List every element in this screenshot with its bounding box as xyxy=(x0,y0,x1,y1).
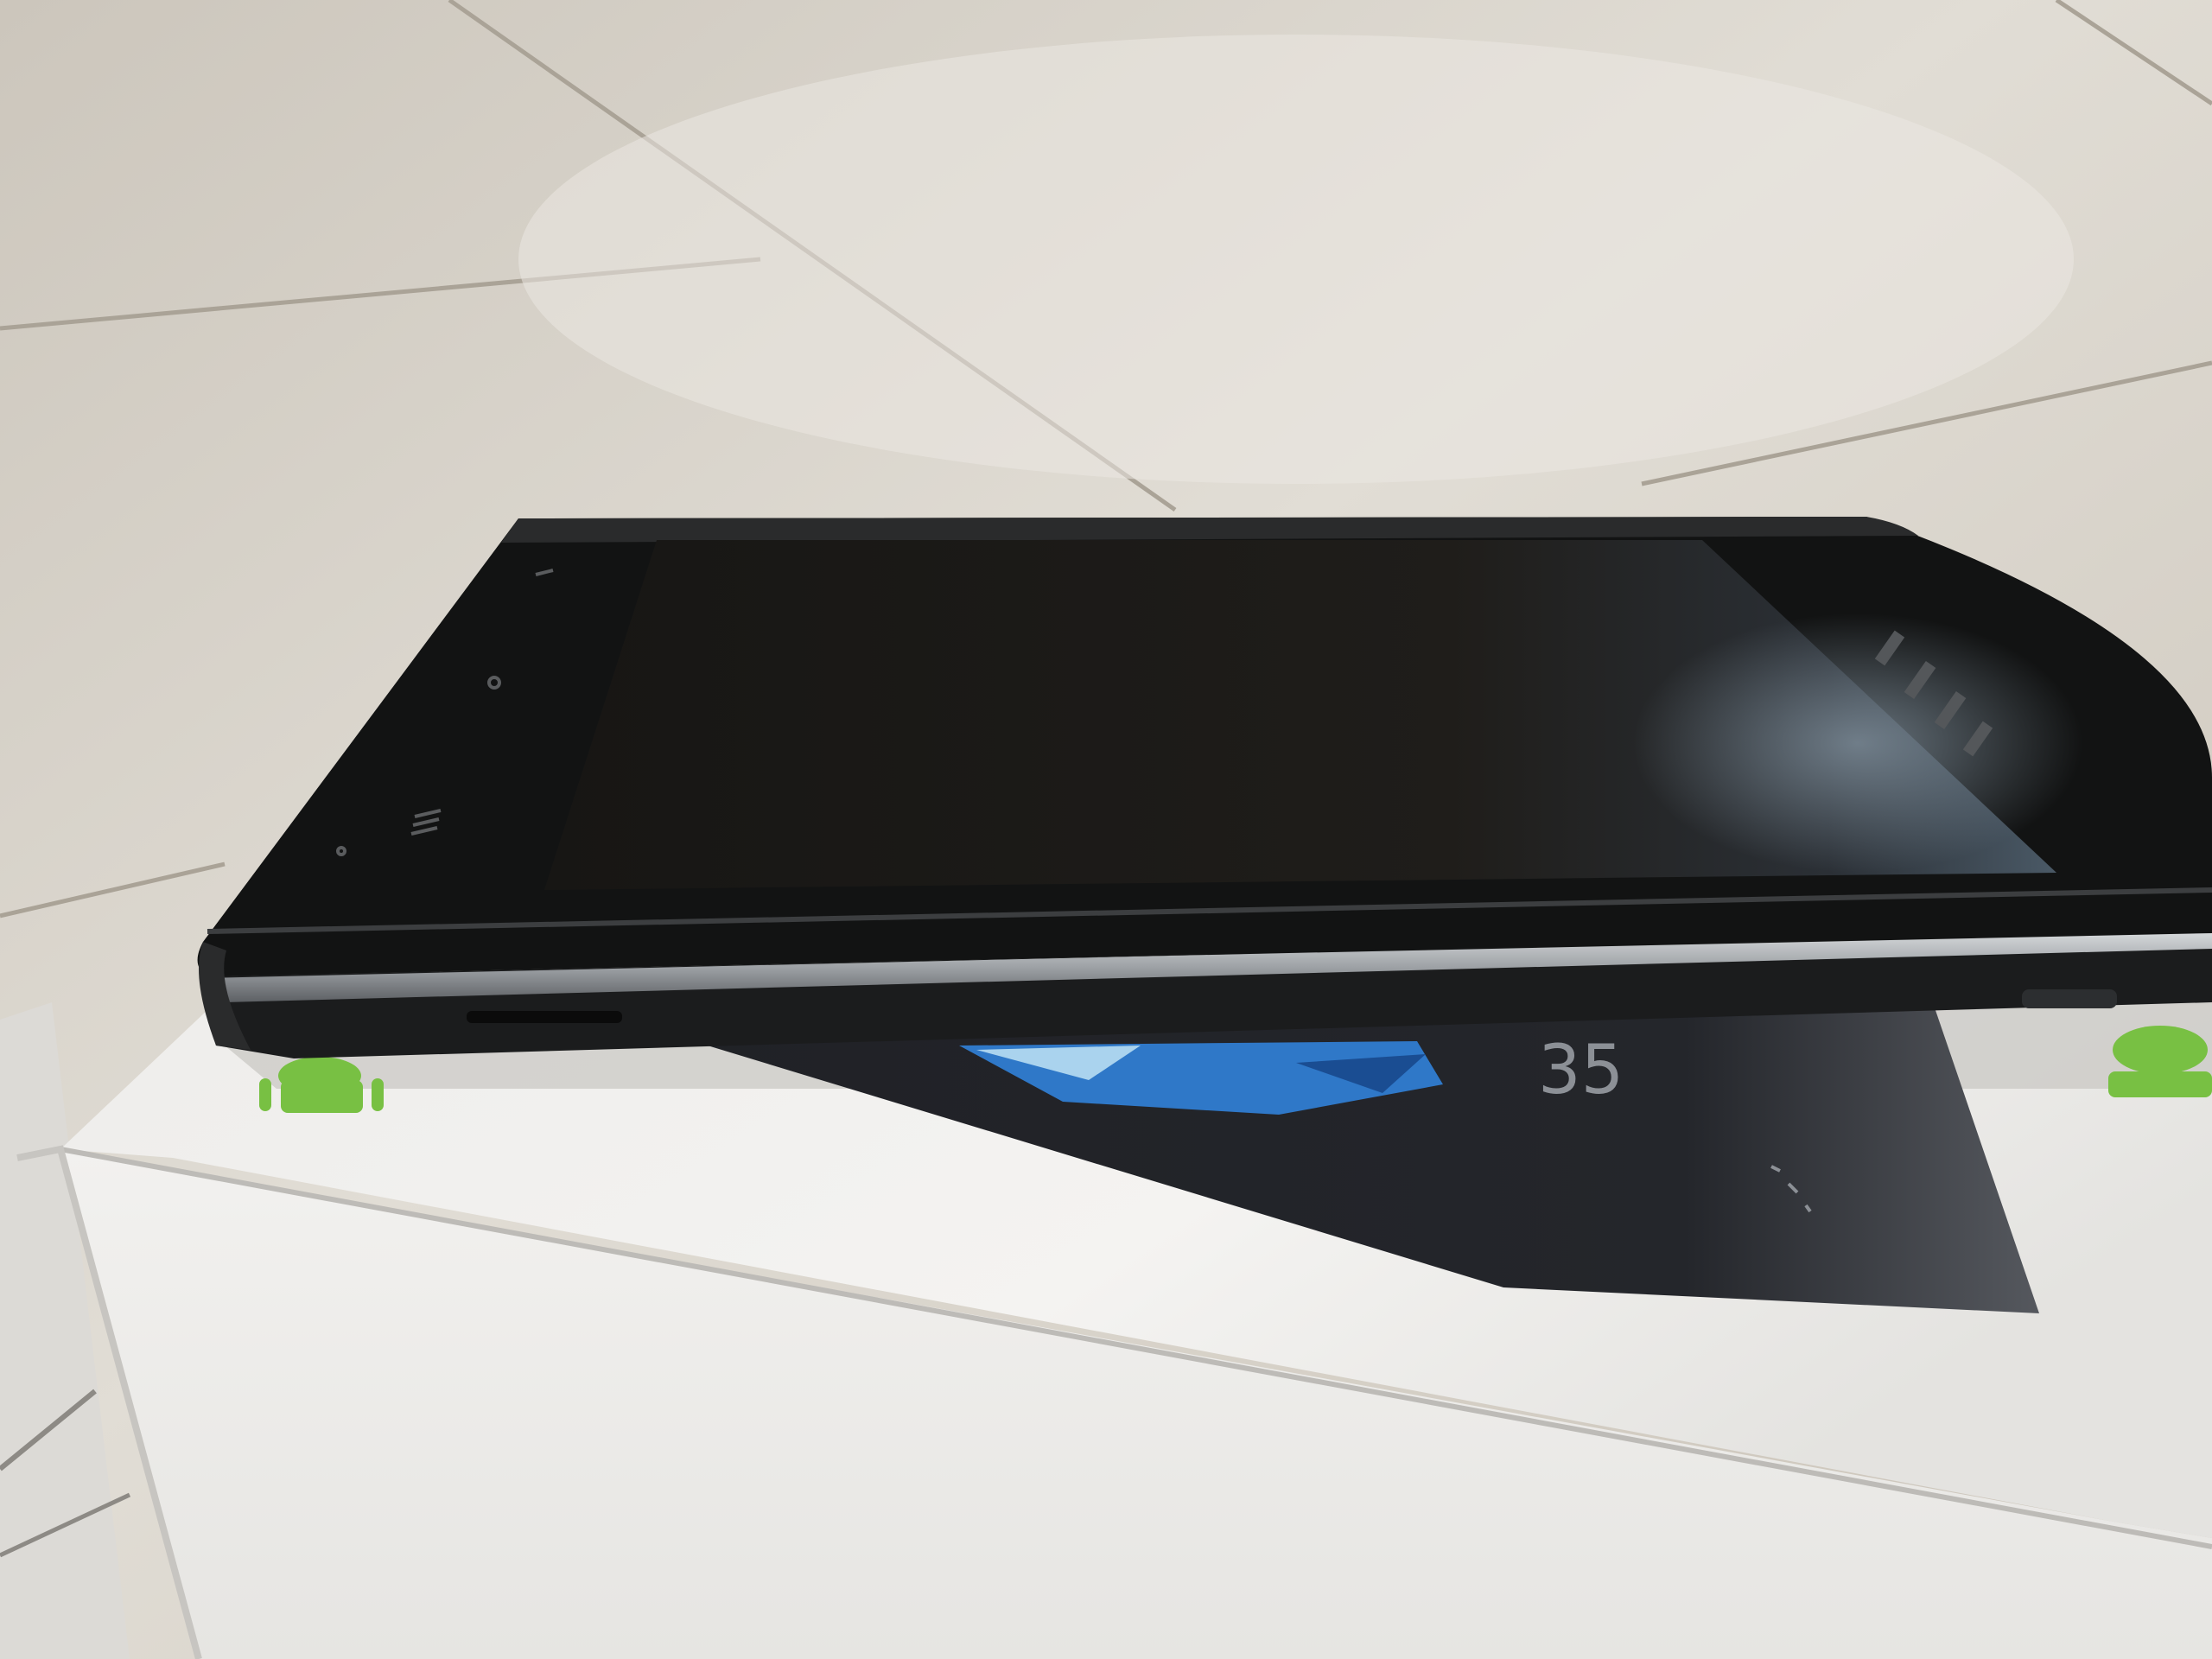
phone-port xyxy=(467,1011,622,1023)
photo-canvas: 35 xyxy=(0,0,2212,1659)
floor-highlight xyxy=(518,35,2074,484)
phone-side-button xyxy=(2022,989,2117,1008)
printed-clock-number: 35 xyxy=(1538,1032,1624,1109)
smartphone xyxy=(197,517,2212,1058)
android-logo-icon-right xyxy=(2108,1026,2212,1097)
screen-reflection xyxy=(1633,613,2082,873)
photo-scene: 35 xyxy=(0,0,2212,1659)
